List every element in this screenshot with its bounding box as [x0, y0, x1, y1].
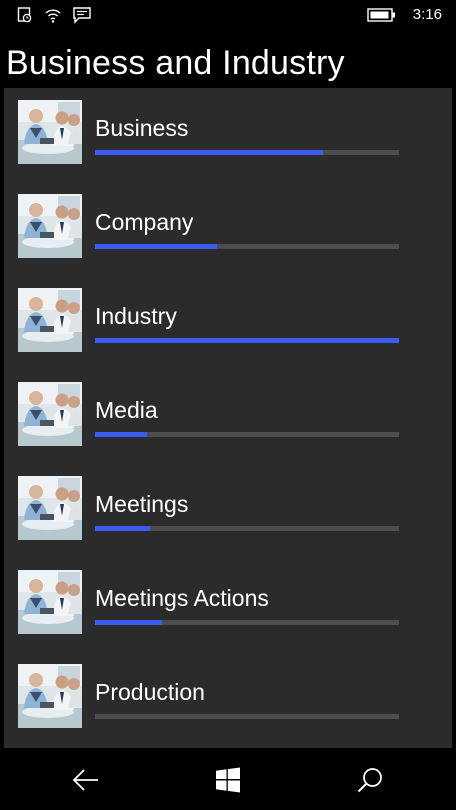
item-label: Industry [95, 303, 177, 329]
back-button[interactable] [70, 764, 102, 796]
list-item[interactable]: Industry [4, 276, 452, 370]
item-label: Meetings [95, 491, 189, 517]
battery-icon [367, 7, 397, 23]
item-progress-bar [95, 150, 399, 155]
item-label: Business [95, 115, 189, 141]
item-progress-fill [95, 432, 147, 437]
list-item[interactable]: Business [4, 88, 452, 182]
item-label: Media [95, 397, 158, 423]
navigation-bar [0, 750, 456, 810]
back-icon [71, 768, 101, 792]
item-progress-fill [95, 150, 323, 155]
category-list: Business Company Industry Media Meetings… [4, 88, 452, 748]
status-time: 3:16 [412, 6, 442, 23]
item-progress-bar [95, 432, 399, 437]
message-icon [72, 6, 92, 24]
item-progress-fill [95, 526, 150, 531]
status-icons-right: 3:16 [367, 5, 442, 25]
item-thumbnail [18, 476, 82, 540]
item-label: Production [95, 679, 205, 705]
item-progress-bar [95, 714, 399, 719]
item-label: Company [95, 209, 194, 235]
item-label: Meetings Actions [95, 585, 269, 611]
item-progress-fill [95, 620, 162, 625]
item-progress-bar [95, 620, 399, 625]
item-thumbnail [18, 194, 82, 258]
item-progress-bar [95, 526, 399, 531]
quiet-hours-icon [16, 6, 34, 24]
list-item[interactable]: Meetings [4, 464, 452, 558]
item-thumbnail [18, 664, 82, 728]
start-button[interactable] [212, 764, 244, 796]
item-thumbnail [18, 570, 82, 634]
item-thumbnail [18, 100, 82, 164]
item-progress-bar [95, 244, 399, 249]
status-bar: 3:16 [0, 0, 456, 32]
list-item[interactable]: Production [4, 652, 452, 746]
item-progress-fill [95, 338, 399, 343]
list-item[interactable]: Media [4, 370, 452, 464]
item-progress-fill [95, 244, 217, 249]
windows-start-icon [215, 767, 241, 793]
item-thumbnail [18, 382, 82, 446]
wifi-icon [44, 6, 62, 24]
list-item[interactable]: Meetings Actions [4, 558, 452, 652]
item-progress-bar [95, 338, 399, 343]
status-icons-left [16, 6, 92, 24]
app-screen: 3:16 Business and Industry Business Comp… [0, 0, 456, 810]
item-thumbnail [18, 288, 82, 352]
search-button[interactable] [354, 764, 386, 796]
list-item[interactable]: Company [4, 182, 452, 276]
page-title: Business and Industry [6, 44, 345, 82]
search-icon [356, 766, 384, 794]
